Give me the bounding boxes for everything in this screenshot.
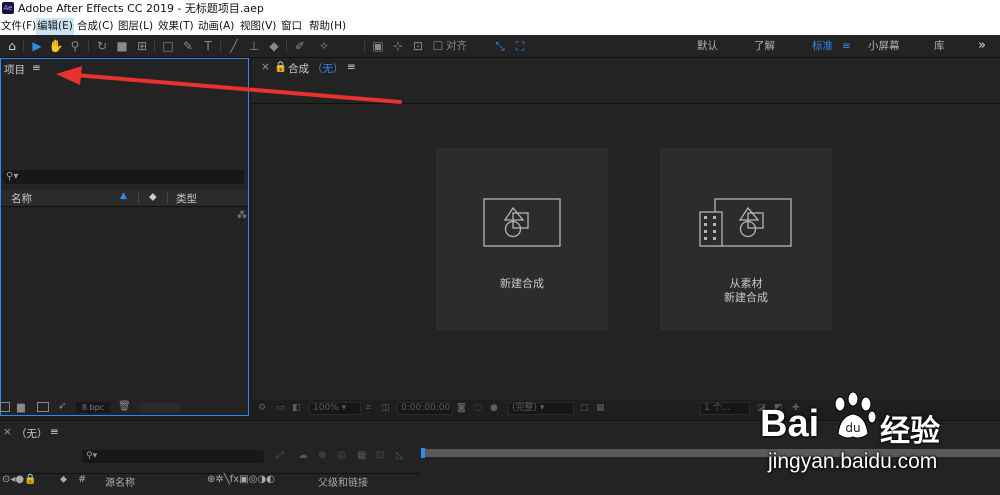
watermark-brand-cn: 经验 [880, 414, 940, 449]
watermark-brand: Bai [760, 403, 820, 445]
svg-text:du: du [845, 421, 860, 435]
watermark-url: jingyan.baidu.com [768, 450, 938, 473]
baidu-paw-icon: du [834, 392, 876, 439]
baidu-jingyan-watermark: Bai du 经验 jingyan.baidu.com [760, 390, 1000, 485]
